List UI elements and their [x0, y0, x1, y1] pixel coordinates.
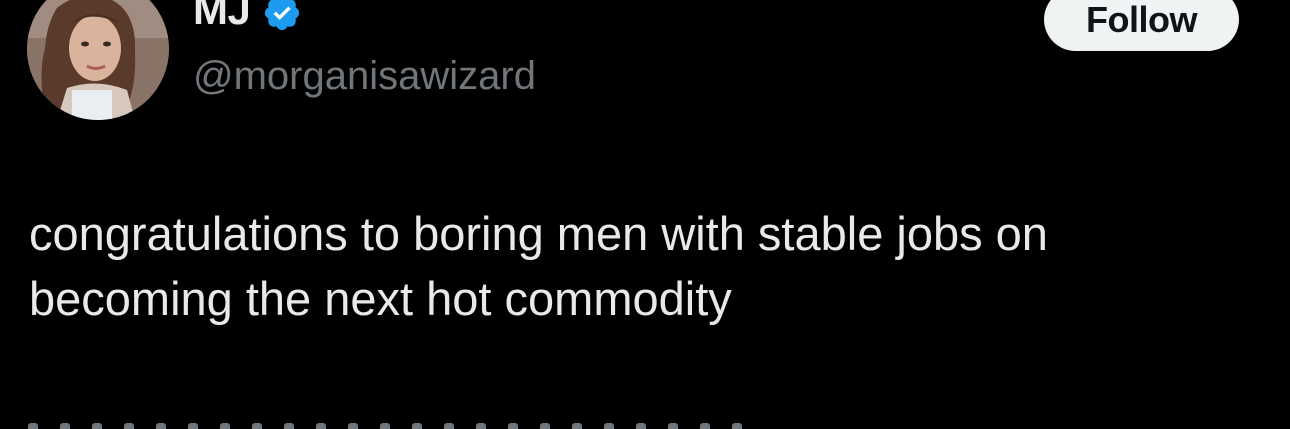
cut-off-timestamp-line	[28, 418, 788, 429]
verified-badge-icon	[264, 0, 300, 31]
follow-button[interactable]: Follow	[1044, 0, 1239, 51]
avatar-photo	[27, 0, 169, 120]
avatar[interactable]	[27, 0, 169, 120]
tweet-card: MJ @morganisawizard Follow congratulatio…	[0, 0, 1290, 429]
user-handle[interactable]: @morganisawizard	[193, 52, 536, 100]
display-name[interactable]: MJ	[193, 0, 251, 34]
tweet-text: congratulations to boring men with stabl…	[29, 207, 1048, 325]
